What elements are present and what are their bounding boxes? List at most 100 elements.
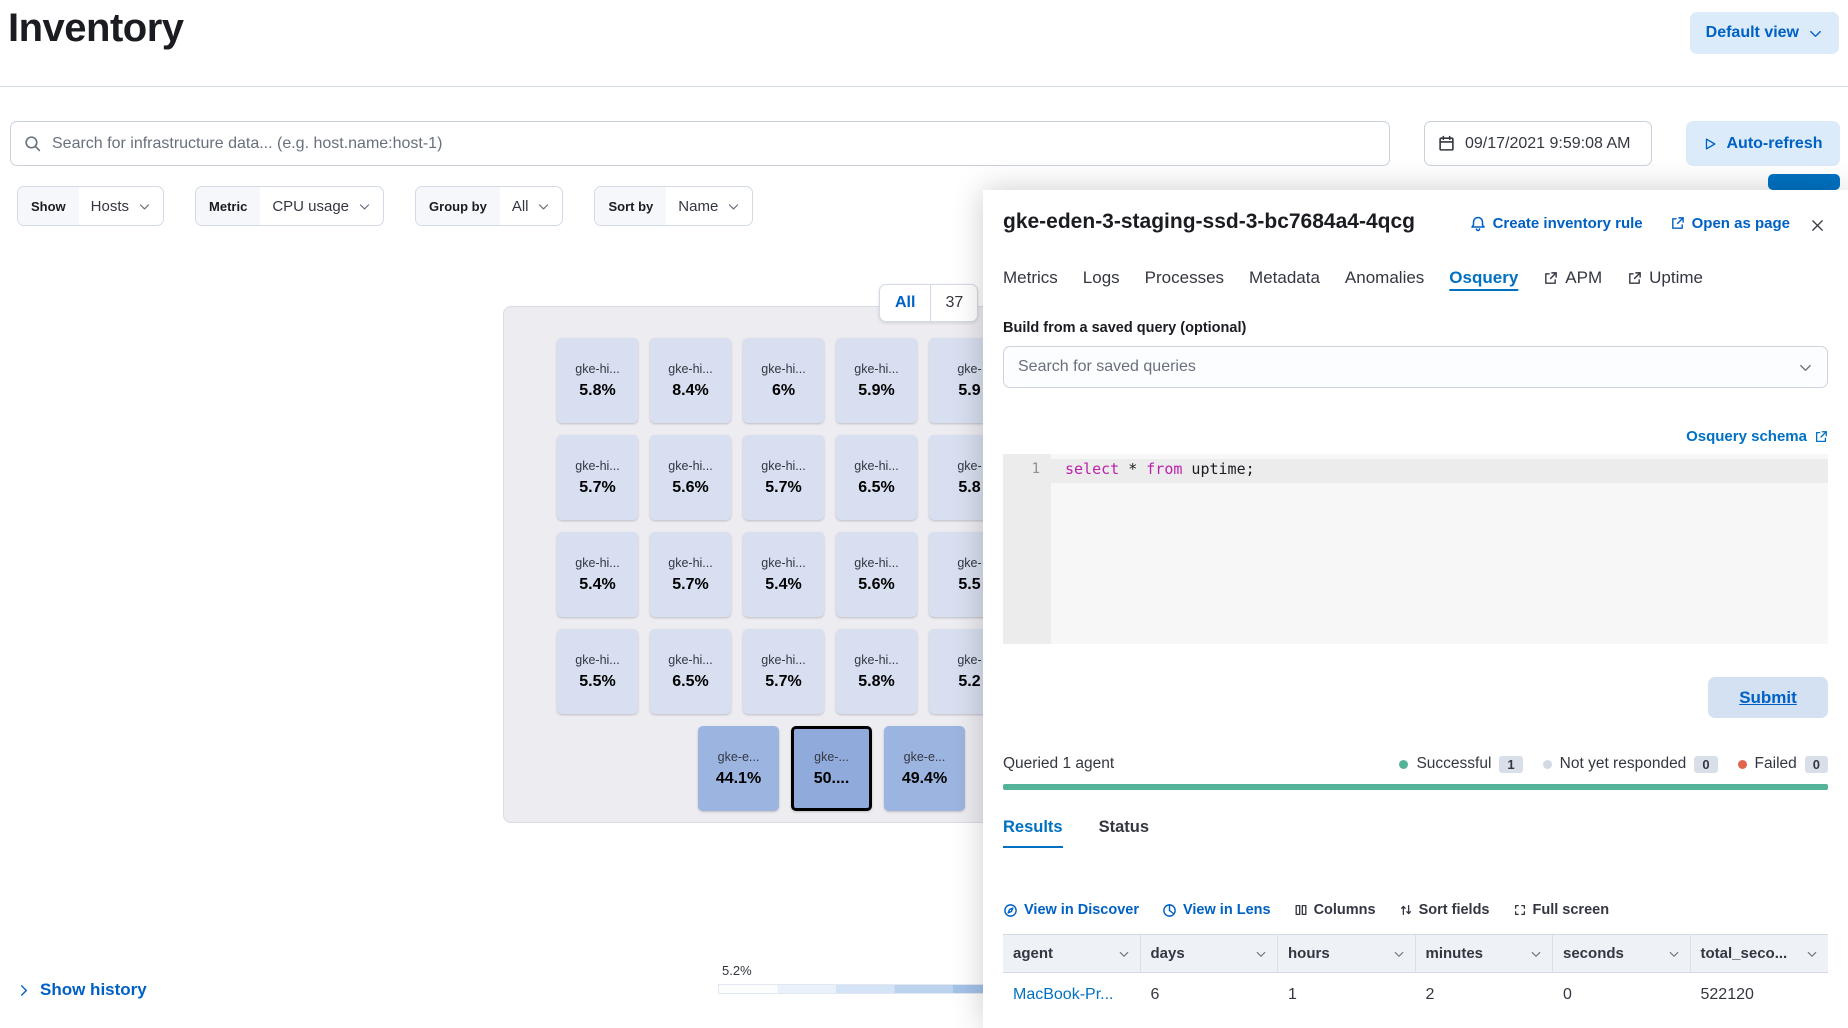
datepicker-button[interactable]: 09/17/2021 9:59:08 AM — [1424, 121, 1652, 166]
cell-minutes: 2 — [1416, 973, 1554, 1017]
tab-status[interactable]: Status — [1099, 818, 1149, 848]
sortby-filter[interactable]: Sort by Name — [594, 186, 753, 226]
inventory-page: Inventory Default view 09/17/2021 9:59:0… — [0, 0, 1848, 1028]
host-tile[interactable]: gke-e...49.4% — [884, 726, 965, 811]
tab-uptime[interactable]: Uptime — [1627, 268, 1703, 292]
host-tile-selected[interactable]: gke-... 50.... — [791, 726, 872, 811]
query-code-editor[interactable]: 1 select * from uptime; — [1003, 454, 1828, 644]
host-tile-value: 6.5% — [672, 673, 708, 691]
column-header-days[interactable]: days — [1141, 935, 1279, 972]
host-tile[interactable]: gke-hi...5.9% — [836, 338, 917, 423]
host-tile-value: 50.... — [814, 770, 850, 788]
column-header-label: minutes — [1426, 945, 1484, 962]
cell-total-seconds: 522120 — [1691, 973, 1829, 1017]
host-tile-value: 6.5% — [858, 479, 894, 497]
columns-button[interactable]: Columns — [1294, 902, 1376, 918]
host-tile[interactable]: gke-hi...5.6% — [650, 435, 731, 520]
failed-count-badge: 0 — [1805, 756, 1828, 773]
groupby-filter[interactable]: Group by All — [415, 186, 563, 226]
column-header-label: seconds — [1563, 945, 1624, 962]
host-tile[interactable]: gke-hi...5.8% — [557, 338, 638, 423]
failed-dot-icon — [1738, 760, 1747, 769]
expand-icon — [1513, 903, 1527, 917]
view-in-discover-button[interactable]: View in Discover — [1003, 902, 1139, 918]
column-header-total-seconds[interactable]: total_seco... — [1691, 935, 1829, 972]
host-tile[interactable]: gke-hi... 6.5% — [836, 435, 917, 520]
host-tile[interactable]: gke-hi...5.5% — [557, 629, 638, 714]
tab-processes[interactable]: Processes — [1145, 268, 1224, 292]
submit-button[interactable]: Submit — [1708, 677, 1828, 718]
partial-save-view-button[interactable] — [1768, 174, 1840, 190]
tab-metadata[interactable]: Metadata — [1249, 268, 1320, 292]
host-tile[interactable]: gke-hi...5.4% — [743, 532, 824, 617]
discover-icon — [1003, 903, 1018, 918]
tab-results[interactable]: Results — [1003, 818, 1063, 848]
tab-anomalies[interactable]: Anomalies — [1345, 268, 1424, 292]
saved-query-input[interactable] — [1018, 358, 1788, 376]
column-header-seconds[interactable]: seconds — [1553, 935, 1691, 972]
view-in-lens-button[interactable]: View in Lens — [1162, 902, 1271, 918]
toggle-count-button[interactable]: 37 — [931, 285, 977, 321]
sort-fields-button[interactable]: Sort fields — [1399, 902, 1490, 918]
open-as-page-link[interactable]: Open as page — [1670, 215, 1790, 232]
host-tile-grid: gke-hi...5.8% gke-hi...8.4% gke-hi...6% … — [557, 338, 1010, 714]
column-header-minutes[interactable]: minutes — [1416, 935, 1554, 972]
osquery-schema-link[interactable]: Osquery schema — [1686, 428, 1828, 445]
tab-apm[interactable]: APM — [1543, 268, 1602, 292]
results-tab-bar: Results Status — [1003, 818, 1149, 848]
host-tile[interactable]: gke-hi...5.7% — [743, 435, 824, 520]
host-tile-value: 44.1% — [716, 770, 761, 788]
host-tile[interactable]: gke-hi...6% — [743, 338, 824, 423]
host-tile[interactable]: gke-hi...8.4% — [650, 338, 731, 423]
host-tile[interactable]: gke-hi...5.7% — [743, 629, 824, 714]
chevron-down-icon — [138, 200, 151, 213]
flyout-title: gke-eden-3-staging-ssd-3-bc7684a4-4qcg — [1003, 210, 1415, 234]
toggle-all-button[interactable]: All — [880, 285, 931, 321]
host-tile-value: 5.7% — [765, 673, 801, 691]
host-tile-name: gke-... — [814, 750, 849, 764]
default-view-button[interactable]: Default view — [1690, 12, 1839, 54]
host-tile-value: 5.6% — [858, 576, 894, 594]
view-in-lens-label: View in Lens — [1183, 902, 1271, 918]
show-history-label: Show history — [40, 980, 147, 1000]
host-tile-name: gke-hi... — [854, 459, 898, 473]
bell-icon — [1470, 216, 1486, 232]
close-flyout-button[interactable] — [1804, 212, 1830, 238]
column-header-label: agent — [1013, 945, 1053, 962]
full-screen-button[interactable]: Full screen — [1513, 902, 1610, 918]
column-header-hours[interactable]: hours — [1278, 935, 1416, 972]
host-tile[interactable]: gke-e...44.1% — [698, 726, 779, 811]
host-tile[interactable]: gke-hi...6.5% — [650, 629, 731, 714]
column-header-agent[interactable]: agent — [1003, 935, 1141, 972]
host-tile[interactable]: gke-hi...5.4% — [557, 532, 638, 617]
host-tile-name: gke-hi... — [668, 362, 712, 376]
saved-query-select[interactable] — [1003, 346, 1828, 388]
groupby-filter-value: All — [512, 198, 529, 215]
host-tile[interactable]: gke-hi...5.7% — [557, 435, 638, 520]
cell-agent[interactable]: MacBook-Pr... — [1003, 973, 1141, 1017]
metric-filter[interactable]: Metric CPU usage — [195, 186, 384, 226]
tab-metrics[interactable]: Metrics — [1003, 268, 1058, 292]
editor-code-line[interactable]: select * from uptime; — [1051, 454, 1828, 644]
host-tile[interactable]: gke-hi...5.6% — [836, 532, 917, 617]
tab-osquery[interactable]: Osquery — [1449, 268, 1518, 292]
auto-refresh-button[interactable]: Auto-refresh — [1686, 121, 1840, 166]
show-filter[interactable]: Show Hosts — [17, 186, 164, 226]
tab-logs[interactable]: Logs — [1083, 268, 1120, 292]
host-tile[interactable]: gke-hi...5.8% — [836, 629, 917, 714]
successful-status: Successful 1 — [1399, 755, 1522, 773]
show-history-link[interactable]: Show history — [16, 980, 147, 1000]
tab-apm-label: APM — [1565, 268, 1602, 288]
failed-status: Failed 0 — [1738, 755, 1828, 773]
host-tile-value: 5.7% — [672, 576, 708, 594]
header-divider — [0, 86, 1848, 87]
host-tile[interactable]: gke-hi...5.7% — [650, 532, 731, 617]
status-legend: Successful 1 Not yet responded 0 Failed … — [1399, 755, 1828, 773]
create-inventory-rule-link[interactable]: Create inventory rule — [1470, 215, 1643, 232]
chevron-right-icon — [16, 983, 31, 998]
search-bar[interactable] — [10, 121, 1390, 166]
host-tile-name: gke- — [957, 556, 981, 570]
host-tile-value: 5.7% — [579, 479, 615, 497]
column-header-label: total_seco... — [1701, 945, 1788, 962]
search-input[interactable] — [52, 135, 1376, 153]
